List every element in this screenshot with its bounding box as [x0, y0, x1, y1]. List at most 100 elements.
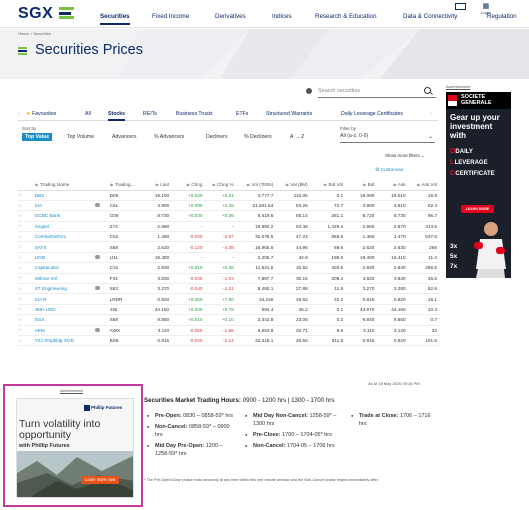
- tab-favourites[interactable]: ★ Favourites: [26, 111, 56, 117]
- column-header[interactable]: ≑ Bid: [346, 180, 378, 191]
- breadcrumb[interactable]: Home > Securities: [18, 31, 51, 36]
- star-outline-icon[interactable]: ☆: [18, 255, 22, 260]
- tab-daily-leverage-certificates[interactable]: Daily Leverage Certificates: [341, 111, 403, 117]
- chat-icon[interactable]: [95, 255, 101, 260]
- star-outline-icon[interactable]: ☆: [18, 244, 22, 249]
- table-row[interactable]: ☆ AEM AWX 3.110 -0.050 -1.58 6,553.8 20.71 9.5 3.…: [18, 325, 440, 336]
- trading-name-link[interactable]: AEM: [34, 325, 96, 336]
- trading-name-link[interactable]: SATS: [34, 241, 96, 253]
- star-outline-icon[interactable]: ☆: [18, 203, 22, 208]
- table-row[interactable]: ☆ ST Engineering S63 3.270 -0.040 -1.21 8,492.…: [18, 283, 440, 295]
- star-outline-icon[interactable]: ☆: [18, 275, 22, 280]
- tab-etfs[interactable]: ETFs: [236, 111, 248, 117]
- column-header[interactable]: ≑ Bid Vol: [310, 180, 347, 191]
- phillip-futures-ad[interactable]: Phillip Futures Turn volatility into opp…: [16, 398, 134, 498]
- tab-reits[interactable]: REITs: [143, 111, 157, 117]
- nav-data-connectivity[interactable]: Data & Connectivity: [403, 13, 457, 20]
- trading-name-link[interactable]: SIA: [34, 200, 96, 212]
- trading-name-link[interactable]: OCBC Bank: [34, 210, 96, 222]
- table-row[interactable]: ☆ SATS S58 2.620 -0.120 -4.38 16,965.6 44.96 69.…: [18, 241, 440, 253]
- chat-icon[interactable]: [95, 203, 101, 208]
- star-outline-icon[interactable]: ☆: [18, 306, 22, 311]
- trading-name-link[interactable]: ComfortDelGro: [34, 231, 96, 243]
- column-header[interactable]: ≑ Ask: [377, 180, 409, 191]
- trading-name-link[interactable]: UOB: [34, 252, 96, 264]
- star-outline-icon[interactable]: ☆: [18, 296, 22, 301]
- search-input[interactable]: Search securities: [318, 86, 436, 98]
- table-row[interactable]: ☆ OCBC Bank O39 8.730 +0.030 +0.35 6,419.6 56.1…: [18, 210, 440, 222]
- sort-top-value[interactable]: Top Value: [22, 133, 53, 141]
- search-icon[interactable]: [424, 87, 431, 94]
- societe-generale-ad[interactable]: SOCIETE GENERALE Gear up your investment…: [446, 92, 511, 278]
- customise-button[interactable]: ⚙ Customise: [375, 168, 403, 173]
- login-button[interactable]: [455, 3, 466, 10]
- nav-regulation[interactable]: Regulation: [487, 13, 517, 20]
- filter-select[interactable]: All (a-z, 0-9) ⌄: [340, 133, 435, 143]
- ad-bottom-learn-more-button[interactable]: Learn more now: [81, 476, 119, 484]
- table-row[interactable]: ☆ CapitaLand C31 2.830 +0.010 +0.36 11,521.6 32…: [18, 262, 440, 274]
- chat-icon[interactable]: [95, 327, 101, 332]
- column-header[interactable]: ≑ Vol ('000s): [236, 180, 277, 191]
- star-outline-icon[interactable]: ☆: [18, 192, 22, 197]
- nav-indices[interactable]: Indices: [272, 13, 292, 20]
- nav-derivatives[interactable]: Derivatives: [215, 13, 246, 20]
- trading-name-link[interactable]: SGX: [34, 314, 96, 326]
- trading-name-link[interactable]: DBS: [34, 190, 96, 201]
- column-header[interactable]: ≑ Ask Vol: [408, 180, 440, 191]
- table-row[interactable]: ☆ Singtel Z74 2.660- -19,992.2 53.48 1,429.4 2.…: [18, 221, 440, 233]
- trading-name-link[interactable]: ST Engineering: [34, 283, 96, 295]
- sort-percent-advancers[interactable]: % Advancers: [151, 133, 187, 141]
- table-row[interactable]: ☆ DBS D05 19.100 +0.040 +0.21 3,777.7 110.06 0.1…: [18, 190, 440, 201]
- sgx-logo[interactable]: SGX: [18, 5, 53, 23]
- trading-name-link[interactable]: Wilmar Intl: [34, 273, 96, 285]
- table-row[interactable]: ☆ SGX S68 9.850 +0.010 +0.10 2,342.8 23.05 0.2 9.…: [18, 314, 440, 326]
- column-header[interactable]: ≑ Trading Name: [34, 180, 96, 191]
- sort-decliners[interactable]: Decliners: [203, 133, 231, 141]
- column-header[interactable]: ≑ Last: [140, 180, 173, 191]
- tab-stocks[interactable]: Stocks: [108, 111, 126, 121]
- nav-fixed-income[interactable]: Fixed Income: [152, 13, 189, 20]
- trading-name-link[interactable]: YZJ Shipbldg SGD: [34, 335, 96, 347]
- settings-icon[interactable]: [306, 88, 312, 94]
- table-row[interactable]: ☆ JMH USD J36 44.160 +0.340 +0.78 594.4 26.2 0.1…: [18, 304, 440, 316]
- show-more-filters-link[interactable]: Show more filters ⌄: [385, 153, 425, 159]
- nav-securities[interactable]: Securities: [100, 13, 130, 25]
- chat-icon[interactable]: [95, 286, 101, 291]
- table-row[interactable]: ☆ SIA R LRDR 0.820 +0.060 +7.90 34,150 26.52 32.…: [18, 293, 440, 305]
- column-header[interactable]: ≑ Chng %: [205, 180, 237, 191]
- star-outline-icon[interactable]: ☆: [18, 338, 22, 343]
- column-header[interactable]: ≑ Chng: [172, 180, 206, 191]
- tab-all[interactable]: All: [85, 111, 91, 117]
- star-outline-icon[interactable]: ☆: [18, 265, 22, 270]
- column-header[interactable]: ≑ Val ($M): [276, 180, 311, 191]
- tab-business-trusts[interactable]: Business Trusts: [176, 111, 213, 117]
- table-row[interactable]: ☆ ComfortDelGro C52 1.460 -0.040 -2.67 32,075.…: [18, 231, 440, 243]
- tab-structured-warrants[interactable]: Structured Warrants: [266, 111, 312, 117]
- advertisement-label[interactable]: Advertisement: [446, 85, 470, 89]
- trading-name-link[interactable]: JMH USD: [34, 304, 96, 316]
- sort-percent-decliners[interactable]: % Decliners: [241, 133, 275, 141]
- trading-name-link[interactable]: Singtel: [34, 221, 96, 233]
- apps-menu-button[interactable]: ▦ Login: [481, 3, 491, 15]
- star-outline-icon[interactable]: ☆: [18, 286, 22, 291]
- trading-name-link[interactable]: SIA R: [34, 293, 96, 305]
- star-outline-icon[interactable]: ☆: [18, 234, 22, 239]
- star-outline-icon[interactable]: ☆: [18, 317, 22, 322]
- table-row[interactable]: ☆ SIA C6L 3.900 +0.090 +2.36 21,601.54 83.26 72.…: [18, 200, 440, 212]
- tab-scroll-right-icon[interactable]: ›: [430, 111, 432, 117]
- table-row[interactable]: ☆ UOB U11 19.400- -2,206.7 42.9 199.9 19.400 19.…: [18, 252, 440, 264]
- star-outline-icon[interactable]: ☆: [18, 223, 22, 228]
- star-outline-icon[interactable]: ☆: [18, 327, 22, 332]
- column-header[interactable]: ≑ Trading...: [109, 180, 141, 191]
- table-row[interactable]: ☆ YZJ Shipbldg SGD BS6 0.915 -0.020 -2.14 22,3…: [18, 335, 440, 347]
- table-row[interactable]: ☆ Wilmar Intl F34 3.830 -0.040 -1.03 7,887.7 30…: [18, 273, 440, 285]
- nav-research-education[interactable]: Research & Education: [315, 13, 377, 20]
- ad-learn-more-button[interactable]: LEARN MORE: [461, 205, 494, 213]
- sort-advancers[interactable]: Advancers: [109, 133, 140, 141]
- trading-name-link[interactable]: CapitaLand: [34, 262, 96, 274]
- sort-top-volume[interactable]: Top Volume: [64, 133, 97, 141]
- sort-a-to-z[interactable]: A → Z: [287, 133, 307, 141]
- advertisement-label-bottom[interactable]: Advertisement: [60, 389, 83, 393]
- star-outline-icon[interactable]: ☆: [18, 213, 22, 218]
- tab-scroll-left-icon[interactable]: ‹: [18, 111, 20, 117]
